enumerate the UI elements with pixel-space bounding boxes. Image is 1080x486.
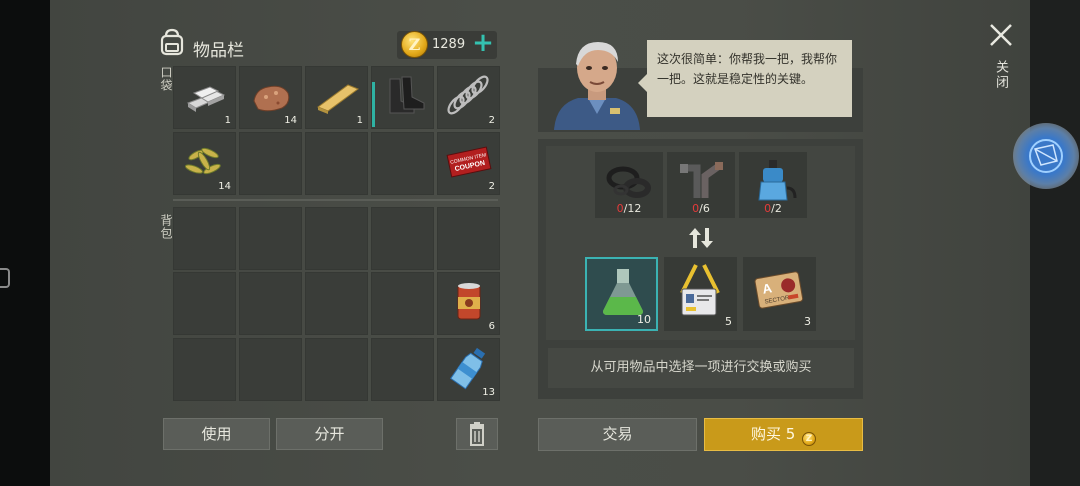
inventory-slot-empty[interactable] — [239, 132, 302, 195]
inventory-slot-empty[interactable] — [173, 338, 236, 401]
inventory-slot-empty[interactable] — [371, 132, 434, 195]
required-item-water-pump[interactable]: 0/2 — [739, 152, 807, 218]
use-button[interactable]: 使用 — [163, 418, 270, 450]
coupon-icon: COMMON ITEM COUPON — [446, 146, 492, 178]
add-coins-button[interactable]: + — [472, 30, 494, 57]
inventory-slot-empty[interactable] — [305, 338, 368, 401]
inventory-slot-empty[interactable] — [371, 272, 434, 335]
buy-button[interactable]: 购买 5 Z — [704, 418, 863, 451]
item-count: 2 — [488, 115, 495, 126]
exchange-arrows-icon — [689, 228, 713, 248]
inventory-slot-empty[interactable] — [239, 338, 302, 401]
coin-icon: Z — [401, 31, 428, 58]
pocket-backpack-divider — [173, 199, 498, 201]
water-bottle-icon — [450, 347, 486, 390]
water-pump-icon — [758, 160, 797, 201]
buy-label: 购买 — [750, 425, 781, 443]
inventory-slot-coupon[interactable]: COMMON ITEM COUPON 2 — [437, 132, 500, 195]
inventory-slot-water-bottle[interactable]: 13 — [437, 338, 500, 401]
offer-count: 5 — [725, 315, 732, 328]
offer-count: 3 — [804, 315, 811, 328]
inventory-slot-spring[interactable]: 2 — [437, 66, 500, 129]
fiber-icon — [184, 147, 221, 175]
offer-item-chemical-flask[interactable]: 10 — [585, 257, 658, 331]
trade-button[interactable]: 交易 — [538, 418, 697, 451]
inventory-slot-empty[interactable] — [371, 338, 434, 401]
item-count: 14 — [284, 115, 297, 126]
inventory-title: 物品栏 — [193, 41, 244, 61]
can-icon — [457, 283, 481, 320]
inventory-slot-empty[interactable] — [173, 272, 236, 335]
inventory-slot-empty[interactable] — [371, 207, 434, 270]
inventory-slot-metal-bars[interactable]: 1 — [173, 66, 236, 129]
trade-hint: 从可用物品中选择一项进行交换或购买 — [548, 348, 854, 388]
coin-count: 1289 — [432, 37, 466, 52]
inventory-slot-copper-ore[interactable]: 14 — [239, 66, 302, 129]
floating-globe-button[interactable] — [1013, 123, 1079, 189]
buy-price: 5 — [785, 425, 796, 443]
inventory-slot-empty[interactable] — [173, 207, 236, 270]
metal-bars-icon — [186, 86, 226, 112]
id-badge-icon — [680, 264, 720, 316]
split-button[interactable]: 分开 — [276, 418, 383, 450]
item-count: 14 — [218, 181, 231, 192]
required-item-pipes[interactable]: 0/6 — [667, 152, 735, 218]
inventory-slot-empty[interactable] — [239, 272, 302, 335]
globe-icon — [1029, 139, 1063, 173]
plank-icon — [316, 84, 360, 114]
left-bezel — [0, 0, 50, 486]
delete-button[interactable] — [456, 418, 498, 450]
item-count: 1 — [356, 115, 363, 126]
required-count: 0/12 — [616, 202, 642, 215]
item-count: 6 — [488, 321, 495, 332]
trader-portrait — [554, 42, 640, 130]
item-count: 2 — [488, 181, 495, 192]
spring-icon — [447, 75, 489, 115]
required-count: 0/6 — [692, 202, 710, 215]
inventory-slot-empty[interactable] — [239, 207, 302, 270]
coin-icon: Z — [802, 432, 817, 446]
backpack-icon — [160, 28, 184, 56]
offer-item-sector-keycard[interactable]: A SECTOR 3 — [743, 257, 816, 331]
trash-icon — [470, 422, 484, 446]
close-label[interactable]: 关闭 — [991, 60, 1010, 90]
close-icon[interactable] — [986, 20, 1016, 50]
offer-count: 10 — [637, 313, 651, 326]
offer-item-id-badge[interactable]: 5 — [664, 257, 737, 331]
rubber-seals-icon — [606, 166, 651, 198]
selection-indicator — [372, 82, 375, 127]
required-count: 0/2 — [764, 202, 782, 215]
ore-icon — [253, 85, 290, 112]
bezel-handle — [0, 268, 10, 288]
required-item-rubber-seals[interactable]: 0/12 — [595, 152, 663, 218]
inventory-slot-boots[interactable] — [371, 66, 434, 129]
pipes-icon — [680, 162, 723, 198]
inventory-slot-empty[interactable] — [305, 272, 368, 335]
item-count: 13 — [482, 387, 495, 398]
inventory-slot-plant-fiber[interactable]: 14 — [173, 132, 236, 195]
flask-icon — [603, 269, 643, 315]
inventory-slot-wood-plank[interactable]: 1 — [305, 66, 368, 129]
inventory-slot-empty[interactable] — [437, 207, 500, 270]
keycard-icon: A SECTOR — [754, 271, 804, 309]
right-bezel — [1030, 0, 1080, 486]
inventory-slot-empty[interactable] — [305, 132, 368, 195]
inventory-slot-empty[interactable] — [305, 207, 368, 270]
boots-icon — [389, 76, 425, 114]
item-count: 1 — [224, 115, 231, 126]
inventory-slot-canned-food[interactable]: 6 — [437, 272, 500, 335]
trader-dialog: 这次很简单：你帮我一把，我帮你一把。这就是稳定性的关键。 — [638, 40, 852, 117]
